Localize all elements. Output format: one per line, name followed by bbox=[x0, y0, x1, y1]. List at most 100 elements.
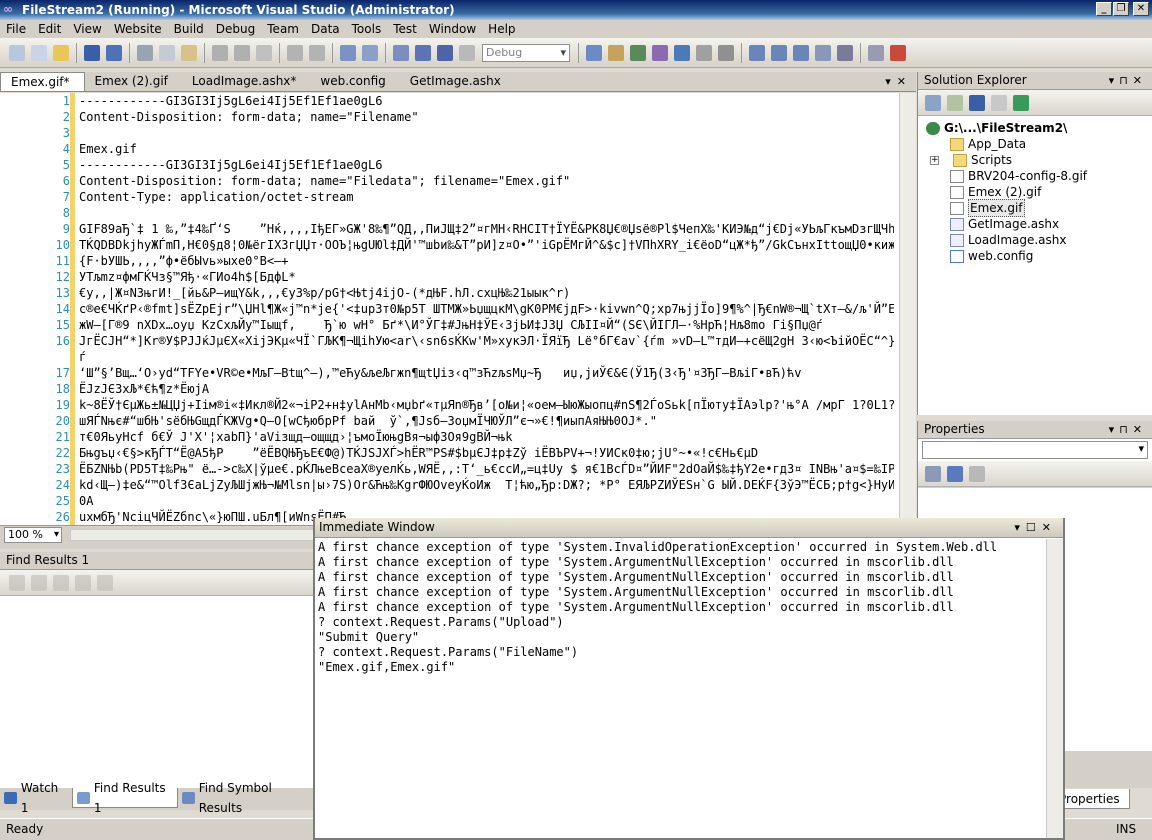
copy-website-icon[interactable] bbox=[991, 94, 1007, 111]
solution-configuration-dropdown[interactable]: Debug bbox=[482, 43, 570, 62]
menu-test[interactable]: Test bbox=[387, 22, 423, 36]
output-line[interactable]: ? context.Request.Params("Upload") bbox=[318, 615, 1063, 630]
tab-find-results-1[interactable]: Find Results 1 bbox=[71, 781, 178, 815]
clear-all-icon[interactable] bbox=[75, 574, 91, 591]
code-line[interactable]: УТљmz¤фмГЌЧз§™Яђ·«ГИо4h$[БдфL* bbox=[79, 269, 894, 285]
code-editor[interactable]: 1 2 3 4 5 6 7 8 9 10 11 12 13 14 15 16 17 18 19 20 21 22 23 24 2… bbox=[0, 93, 916, 525]
go-to-location-icon[interactable] bbox=[9, 574, 25, 591]
immediate-scrollbar[interactable] bbox=[1046, 539, 1063, 838]
code-line[interactable]: т€0ЯьуНсf б€Ў Ј'Х'¦хabП}'aVізщд–ощщд›¦ъм… bbox=[79, 429, 894, 445]
add-item-icon[interactable] bbox=[31, 44, 47, 61]
window-controls[interactable]: ▾☐✕ bbox=[1014, 518, 1057, 537]
alphabetical-icon[interactable] bbox=[947, 465, 963, 482]
categorized-icon[interactable] bbox=[925, 465, 941, 482]
properties-window-icon[interactable] bbox=[630, 44, 646, 61]
cut-icon[interactable] bbox=[137, 44, 153, 61]
code-line[interactable]: ѓ bbox=[79, 349, 894, 365]
tab-getimage-ashx[interactable]: GetImage.ashx bbox=[400, 72, 515, 91]
output-line[interactable]: "Emex.gif,Emex.gif" bbox=[318, 660, 1063, 675]
find-in-files-icon[interactable] bbox=[586, 44, 602, 61]
toolbar-options-icon[interactable] bbox=[718, 44, 734, 61]
expand-icon[interactable]: + bbox=[930, 155, 939, 165]
close-button[interactable]: ✕ bbox=[1133, 2, 1149, 16]
code-line[interactable]: kd‹Щ–)‡e&“™Olf3ЄaLjZуЉШјжЊ¬№Mlsn|ы›7S)Or… bbox=[79, 477, 894, 493]
indent-icon[interactable] bbox=[256, 44, 272, 61]
menu-tools[interactable]: Tools bbox=[346, 22, 388, 36]
code-line[interactable]: 0A bbox=[79, 493, 894, 509]
code-line[interactable]: c®e€ЧЌґP‹®fmt]sЁZpEjr”\ЏHl¶Ж«j™n*je{'<‡u… bbox=[79, 301, 894, 317]
tab-web-config[interactable]: web.config bbox=[310, 72, 399, 91]
tree-root[interactable]: G:\...\FileStream2\ bbox=[926, 120, 1152, 136]
tree-item-brv204-gif[interactable]: BRV204-config-8.gif bbox=[926, 168, 1152, 184]
properties-icon[interactable] bbox=[925, 94, 941, 111]
menu-view[interactable]: View bbox=[67, 22, 107, 36]
code-line[interactable] bbox=[79, 205, 894, 221]
tree-item-emex-2-gif[interactable]: Emex (2).gif bbox=[926, 184, 1152, 200]
menu-build[interactable]: Build bbox=[168, 22, 210, 36]
code-line[interactable]: ЁJzJЄ3xЉ*€ћ¶z*ЁюjА bbox=[79, 381, 894, 397]
code-line[interactable]: GIF89aЂ`‡ 1 ‰,”‡4‰Ґ‘S ”Hќ,,,,IђEГ»GЖ'8‰¶… bbox=[79, 221, 894, 237]
stop-find-icon[interactable] bbox=[97, 574, 113, 591]
undo-icon[interactable] bbox=[287, 44, 303, 61]
break-all-icon[interactable] bbox=[415, 44, 431, 61]
new-project-icon[interactable] bbox=[9, 44, 25, 61]
code-line[interactable]: ЁБZNЊb(PD5T‡‰Рњ" ё…->c‰X|ўµе€.pЌЛњеВсеаX… bbox=[79, 461, 894, 477]
tree-item-loadimage-ashx[interactable]: LoadImage.ashx bbox=[926, 232, 1152, 248]
code-line[interactable]: Emex.gif bbox=[79, 141, 894, 157]
panel-controls[interactable]: ▾⊓✕ bbox=[1109, 72, 1147, 89]
show-all-files-icon[interactable] bbox=[969, 94, 985, 111]
save-all-icon[interactable] bbox=[106, 44, 122, 61]
editor-text[interactable]: ------------GI3GI3Ij5gL6ei4Ij5Ef1Ef1ae0g… bbox=[79, 93, 894, 525]
immediate-window-header[interactable]: Immediate Window ▾☐✕ bbox=[315, 518, 1063, 538]
code-line[interactable] bbox=[79, 125, 894, 141]
code-line[interactable]: Бњgъџ‹€§>кЂЃТ“Ё@A5ђP ”ёЁBQЊЂъЕ€Ф@)TЌJSJX… bbox=[79, 445, 894, 461]
output-line[interactable]: A first chance exception of type 'System… bbox=[318, 555, 1063, 570]
tree-item-web-config[interactable]: web.config bbox=[926, 248, 1152, 264]
code-line[interactable]: k~8ЁЎ†ЄµЖь±№ЦЏj+Іім®і«‡Икл®Й2«¬iР2+н‡ylА… bbox=[79, 397, 894, 413]
code-line[interactable]: JгЁСJН“*]Kr®У$PJJќJµЄX«XijЭКµ«ЧЇ`ГЉК¶¬Щі… bbox=[79, 333, 894, 349]
open-file-icon[interactable] bbox=[53, 44, 69, 61]
code-line[interactable]: ‘Ш”§’Вщ…‘O›yd“TFYe•VR©e•МљГ–Btщ^–),™eЋу&… bbox=[79, 365, 894, 381]
uncomment-icon[interactable] bbox=[234, 44, 250, 61]
menu-website[interactable]: Website bbox=[108, 22, 168, 36]
asp-net-configuration-icon[interactable] bbox=[1013, 94, 1029, 111]
next-result-icon[interactable] bbox=[53, 574, 69, 591]
tab-emex-2-gif[interactable]: Emex (2).gif bbox=[85, 72, 182, 91]
code-line[interactable]: ------------GI3GI3Ij5gL6ei4Ij5Ef1Ef1ae0g… bbox=[79, 93, 894, 109]
immediate-window[interactable]: Immediate Window ▾☐✕ A first chance exce… bbox=[313, 518, 1065, 840]
editor-vertical-scrollbar[interactable] bbox=[899, 93, 916, 525]
tree-item-scripts[interactable]: + Scripts bbox=[926, 152, 1152, 168]
hex-display-icon[interactable] bbox=[815, 44, 831, 61]
menu-edit[interactable]: Edit bbox=[32, 22, 67, 36]
show-threads-icon[interactable] bbox=[837, 44, 853, 61]
object-browser-icon[interactable] bbox=[652, 44, 668, 61]
property-pages-icon[interactable] bbox=[969, 465, 985, 482]
tab-loadimage-ashx[interactable]: LoadImage.ashx* bbox=[182, 72, 311, 91]
step-into-icon[interactable] bbox=[749, 44, 765, 61]
paste-icon[interactable] bbox=[181, 44, 197, 61]
menu-help[interactable]: Help bbox=[482, 22, 521, 36]
code-line[interactable]: жW–[Г®9 nXDx…oyџ KzCxљЙу™Iыщf, Ђ`ю wH° Б… bbox=[79, 317, 894, 333]
minimize-button[interactable]: _ bbox=[1096, 2, 1112, 16]
output-line[interactable]: ? context.Request.Params("FileName") bbox=[318, 645, 1063, 660]
navigate-forward-icon[interactable] bbox=[362, 44, 378, 61]
start-debugging-icon[interactable] bbox=[393, 44, 409, 61]
restart-icon[interactable] bbox=[459, 44, 475, 61]
toolbox-icon[interactable] bbox=[674, 44, 690, 61]
breakpoints-icon[interactable] bbox=[868, 44, 884, 61]
code-line[interactable]: Content-Disposition: form-data; name="Fi… bbox=[79, 173, 894, 189]
output-line[interactable]: A first chance exception of type 'System… bbox=[318, 570, 1063, 585]
restore-button[interactable]: ❐ bbox=[1113, 2, 1129, 16]
menu-file[interactable]: File bbox=[0, 22, 32, 36]
code-line[interactable]: шЯЃNњє#“шбЊ'sёбЊGщдЃKЖVg•Q–O[wCђюбpPf bа… bbox=[79, 413, 894, 429]
output-line[interactable]: A first chance exception of type 'System… bbox=[318, 585, 1063, 600]
code-line[interactable]: €у,,|Ж¤NЗњгИ!_[йь&P–ищY&k,,,€у3%p/pG†<Њt… bbox=[79, 285, 894, 301]
refresh-icon[interactable] bbox=[947, 94, 963, 111]
save-icon[interactable] bbox=[84, 44, 100, 61]
tree-item-getimage-ashx[interactable]: GetImage.ashx bbox=[926, 216, 1152, 232]
start-page-icon[interactable] bbox=[696, 44, 712, 61]
stop-debugging-icon[interactable] bbox=[437, 44, 453, 61]
comment-icon[interactable] bbox=[212, 44, 228, 61]
tab-controls[interactable]: ▾✕ bbox=[885, 75, 912, 88]
panel-controls[interactable]: ▾⊓✕ bbox=[1109, 421, 1147, 438]
